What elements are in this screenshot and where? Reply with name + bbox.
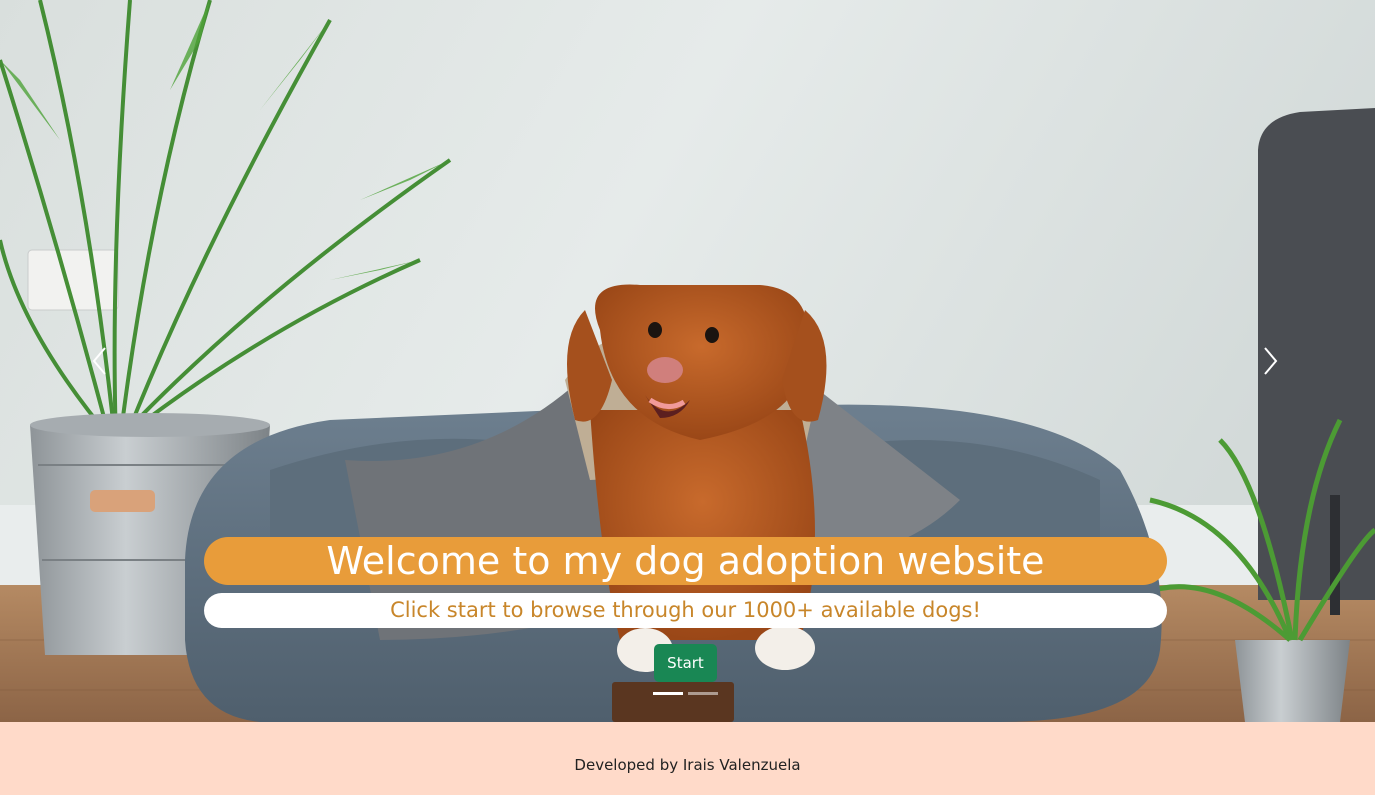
- page-footer: Developed by Irais Valenzuela: [0, 722, 1375, 795]
- start-button[interactable]: Start: [654, 644, 717, 682]
- hero-carousel: Welcome to my dog adoption website Click…: [0, 0, 1375, 722]
- footer-credit: Developed by Irais Valenzuela: [574, 756, 801, 774]
- carousel-next-button[interactable]: [1240, 330, 1300, 392]
- chevron-left-icon: [92, 347, 106, 375]
- dog-on-bed-photo: [0, 0, 1375, 722]
- chevron-right-icon: [1264, 347, 1278, 375]
- carousel-prev-button[interactable]: [70, 330, 130, 392]
